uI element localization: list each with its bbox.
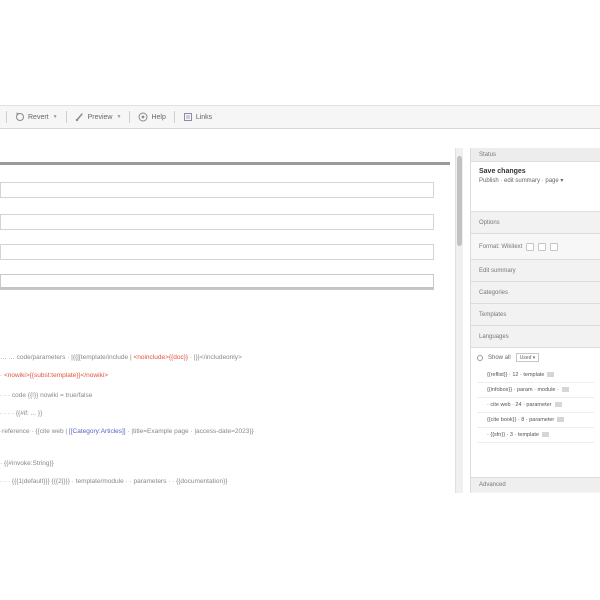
publish-subtitle: Publish · edit summary · page ▾ xyxy=(479,178,564,184)
code-token: … code/parameters · |{{[[template/includ… xyxy=(6,354,134,361)
filter-select[interactable]: Used ▾ xyxy=(515,353,540,362)
text-input-4[interactable] xyxy=(1,279,433,294)
list-item[interactable]: {{infobox}} · param · module · xyxy=(477,383,594,398)
item-badge xyxy=(557,417,565,423)
format-button-3[interactable] xyxy=(550,242,559,251)
code-line: · {{#invoke:String}} xyxy=(0,460,54,467)
format-button-2[interactable] xyxy=(538,242,547,251)
sidebar-row-categories[interactable]: Categories xyxy=(471,282,600,304)
text-field-4[interactable] xyxy=(0,274,434,294)
help-icon xyxy=(138,112,148,122)
revert-icon xyxy=(16,112,24,121)
code-line: · · · code {{!}} nowiki = true/false xyxy=(0,392,92,399)
list-item-label: {{infobox}} · param · module · xyxy=(487,387,559,393)
list-item-label: · {{sfn}} · 3 · template xyxy=(487,432,539,438)
text-field-3[interactable] xyxy=(0,244,434,264)
code-token: · {{#invoke:String}} xyxy=(0,460,54,467)
list-header: Show all Used ▾ xyxy=(477,353,594,362)
code-line: · · · · {{#if: ... }} xyxy=(0,410,42,417)
format-label: Format: Wikitext xyxy=(479,243,523,250)
text-field-1[interactable] xyxy=(0,182,434,202)
sidebar-panel: Status Save changes Publish · edit summa… xyxy=(470,148,600,493)
sidebar-row-summary[interactable]: Edit summary xyxy=(471,260,600,282)
format-button-1[interactable] xyxy=(526,242,535,251)
revert-button[interactable]: Revert ▼ xyxy=(11,110,62,124)
editor-header-bar xyxy=(0,162,450,165)
show-all-radio[interactable] xyxy=(477,354,483,361)
code-line: · <nowiki>{{subst:template}}</nowiki> xyxy=(0,372,108,379)
text-field-2[interactable] xyxy=(0,214,434,234)
toolbar-separator xyxy=(6,111,7,123)
editor-toolbar: Revert ▼ Preview ▼ Help Links xyxy=(0,105,600,129)
sidebar-row-options[interactable]: Options xyxy=(471,212,600,234)
item-badge xyxy=(541,432,549,438)
code-token: · |title=Example page · |access-date=202… xyxy=(125,428,254,435)
list-item-label: {{cite book}} · 8 · parameter xyxy=(487,417,555,423)
code-token: · · · code {{!}} nowiki = true/false xyxy=(0,392,93,399)
links-label: Links xyxy=(195,113,213,121)
toolbar-separator xyxy=(65,111,67,123)
code-line: ·reference · {{cite web | [[Category:Art… xyxy=(0,428,254,435)
brush-icon xyxy=(75,113,83,122)
item-badge xyxy=(547,372,555,378)
sidebar-row-languages[interactable]: Languages xyxy=(471,326,600,348)
edit-area: … … code/parameters · |{{[[template/incl… xyxy=(0,148,452,493)
template-list: Show all Used ▾ {{reflist}} · 12 · templ… xyxy=(471,348,600,478)
code-token: · · · {{{1|default}}} {{{2|}}} · templat… xyxy=(0,478,228,485)
code-token: <noinclude>{{doc}} xyxy=(133,354,189,361)
text-input-1[interactable] xyxy=(1,187,433,202)
code-token: ·reference · {{cite web | xyxy=(0,428,68,435)
links-button[interactable]: Links xyxy=(179,110,216,124)
item-badge xyxy=(561,387,569,393)
scrollbar-thumb[interactable] xyxy=(457,156,462,246)
code-token: [[Category:Articles]] xyxy=(67,428,126,435)
code-token: · |}}</includeonly> xyxy=(188,354,242,361)
publish-box: Save changes Publish · edit summary · pa… xyxy=(471,162,600,212)
item-badge xyxy=(554,402,562,408)
code-line: · · · {{{1|default}}} {{{2|}}} · templat… xyxy=(0,478,227,485)
format-row: Format: Wikitext xyxy=(471,234,600,260)
show-all-label: Show all xyxy=(488,354,511,361)
code-line: … … code/parameters · |{{[[template/incl… xyxy=(0,354,242,361)
chevron-down-icon: ▼ xyxy=(52,114,58,120)
sidebar-row-templates[interactable]: Templates xyxy=(471,304,600,326)
toolbar-separator xyxy=(173,111,175,123)
code-token: · <nowiki>{{subst:template}}</nowiki> xyxy=(0,372,109,379)
revert-label: Revert xyxy=(28,113,49,121)
text-input-2[interactable] xyxy=(1,219,433,234)
chevron-down-icon: ▼ xyxy=(116,114,122,120)
links-icon xyxy=(183,113,192,121)
code-token: · · · · {{#if: ... }} xyxy=(0,410,43,417)
help-button[interactable]: Help xyxy=(134,110,169,124)
editor-app: Revert ▼ Preview ▼ Help Links … … code/p… xyxy=(0,0,600,600)
template-list-items: {{reflist}} · 12 · template {{infobox}} ·… xyxy=(477,368,594,443)
publish-title[interactable]: Save changes xyxy=(479,168,592,175)
preview-button[interactable]: Preview ▼ xyxy=(71,110,126,124)
help-label: Help xyxy=(151,113,166,121)
editor-scrollbar[interactable] xyxy=(455,148,463,493)
list-item[interactable]: · {{sfn}} · 3 · template xyxy=(477,428,594,443)
text-input-3[interactable] xyxy=(1,249,433,264)
list-item-label: · cite web · 24 · parameter xyxy=(487,402,552,408)
list-item[interactable]: {{reflist}} · 12 · template xyxy=(477,368,594,383)
list-item-label: {{reflist}} · 12 · template xyxy=(487,372,545,378)
list-item[interactable]: {{cite book}} · 8 · parameter xyxy=(477,413,594,428)
list-item[interactable]: · cite web · 24 · parameter xyxy=(477,398,594,413)
sidebar-top-label: Status xyxy=(471,148,600,162)
toolbar-separator xyxy=(129,111,131,123)
preview-label: Preview xyxy=(87,113,113,121)
sidebar-row-advanced[interactable]: Advanced xyxy=(471,478,600,492)
